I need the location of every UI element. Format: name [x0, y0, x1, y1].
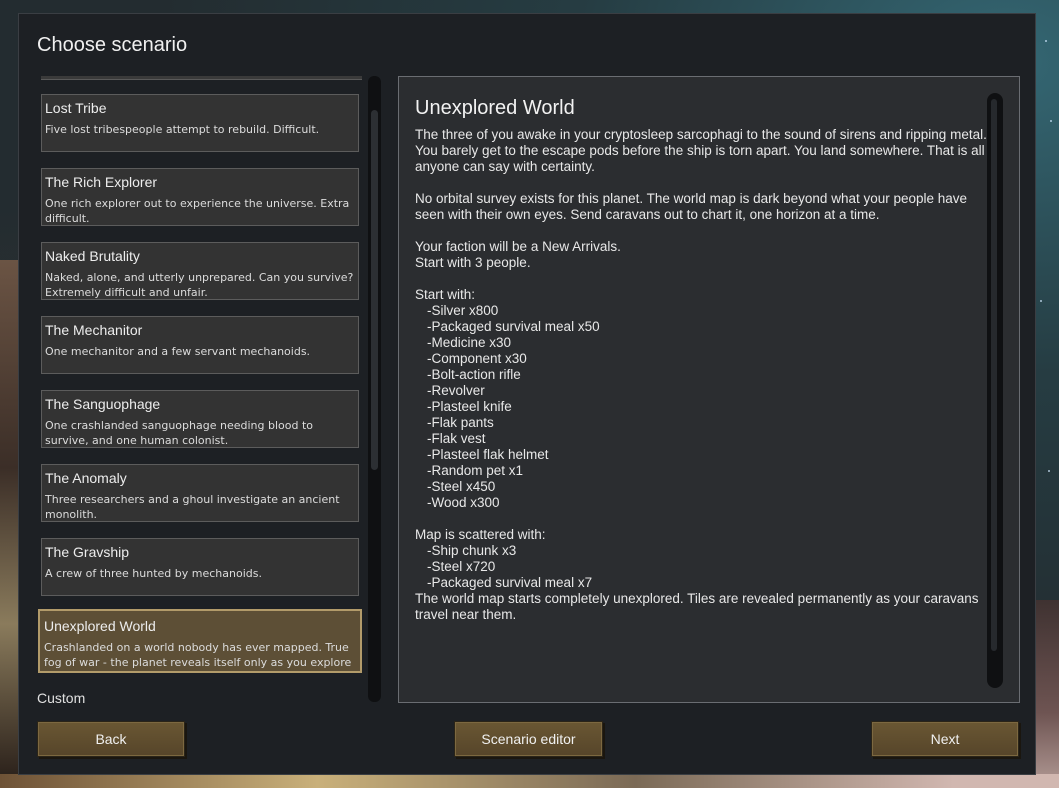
map-item: -Steel x720: [427, 559, 496, 574]
start-item: -Flak pants: [427, 415, 494, 430]
scenario-description: One mechanitor and a few servant mechano…: [45, 345, 311, 358]
scenario-item-anomaly[interactable]: The Anomaly Three researchers and a ghou…: [41, 464, 359, 522]
scenario-detail-panel: Unexplored World The three of you awake …: [398, 76, 1020, 703]
detail-map-header: Map is scattered with:: [415, 527, 546, 542]
scenario-description: Five lost tribespeople attempt to rebuil…: [45, 123, 320, 136]
start-item: -Packaged survival meal x50: [427, 319, 600, 334]
next-button[interactable]: Next: [871, 721, 1019, 757]
scenario-editor-button[interactable]: Scenario editor: [454, 721, 603, 757]
start-item: -Medicine x30: [427, 335, 512, 350]
start-item: -Revolver: [427, 383, 485, 398]
scenario-description: Three researchers and a ghoul investigat…: [45, 493, 340, 521]
start-item: -Steel x450: [427, 479, 496, 494]
detail-intro: The three of you awake in your cryptosle…: [415, 127, 987, 174]
scenario-description: One crashlanded sanguophage needing bloo…: [45, 419, 313, 447]
detail-body: The three of you awake in your cryptosle…: [415, 127, 987, 623]
scenario-name: Lost Tribe: [45, 100, 107, 116]
map-item: -Packaged survival meal x7: [427, 575, 593, 590]
scenario-item-naked-brutality[interactable]: Naked Brutality Naked, alone, and utterl…: [41, 242, 359, 300]
scenario-item-rich-explorer[interactable]: The Rich Explorer One rich explorer out …: [41, 168, 359, 226]
detail-start-with-header: Start with:: [415, 287, 476, 302]
choose-scenario-dialog: Choose scenario Lost Tribe Five lost tri…: [18, 13, 1036, 775]
background-star: [1048, 470, 1050, 472]
start-item: -Random pet x1: [427, 463, 524, 478]
background-star: [1040, 300, 1042, 302]
scenario-description: Crashlanded on a world nobody has ever m…: [44, 641, 352, 668]
detail-faction: Your faction will be a New Arrivals.: [415, 239, 621, 254]
back-button[interactable]: Back: [37, 721, 185, 757]
detail-scrollbar-thumb[interactable]: [991, 99, 997, 651]
scenario-item-lost-tribe[interactable]: Lost Tribe Five lost tribespeople attemp…: [41, 94, 359, 152]
start-item: -Plasteel flak helmet: [427, 447, 549, 462]
start-item: -Bolt-action rifle: [427, 367, 521, 382]
scenario-name: Naked Brutality: [45, 248, 140, 264]
start-item: -Flak vest: [427, 431, 486, 446]
scenario-item-gravship[interactable]: The Gravship A crew of three hunted by m…: [41, 538, 359, 596]
scenario-name: Unexplored World: [44, 618, 156, 634]
scenario-description: Naked, alone, and utterly unprepared. Ca…: [45, 271, 354, 299]
detail-closing: The world map starts completely unexplor…: [415, 591, 979, 622]
detail-survey: No orbital survey exists for this planet…: [415, 191, 968, 222]
background-star: [1050, 120, 1052, 122]
scenario-name: The Anomaly: [45, 470, 127, 486]
scenario-list-scrollbar-thumb[interactable]: [371, 110, 378, 470]
start-item: -Component x30: [427, 351, 527, 366]
detail-title: Unexplored World: [415, 97, 575, 119]
scenario-name: The Sanguophage: [45, 396, 161, 412]
detail-people: Start with 3 people.: [415, 255, 531, 270]
scenario-item-sanguophage[interactable]: The Sanguophage One crashlanded sanguoph…: [41, 390, 359, 448]
custom-section-label: Custom: [37, 690, 86, 706]
scenario-list: Lost Tribe Five lost tribespeople attemp…: [37, 76, 362, 674]
scenario-description: A crew of three hunted by mechanoids.: [45, 567, 262, 580]
scenario-name: The Gravship: [45, 544, 130, 560]
background-bottom-strip: [0, 774, 1059, 788]
background-star: [1045, 40, 1047, 42]
map-item: -Ship chunk x3: [427, 543, 517, 558]
scenario-name: The Rich Explorer: [45, 174, 158, 190]
scenario-list-partial-item: [41, 76, 362, 80]
dialog-title: Choose scenario: [37, 34, 188, 56]
scenario-item-unexplored-world[interactable]: Unexplored World Crashlanded on a world …: [38, 609, 362, 673]
scenario-name: The Mechanitor: [45, 322, 143, 338]
start-item: -Plasteel knife: [427, 399, 512, 414]
start-item: -Silver x800: [427, 303, 499, 318]
scenario-description: One rich explorer out to experience the …: [45, 197, 350, 225]
start-item: -Wood x300: [427, 495, 500, 510]
scenario-item-mechanitor[interactable]: The Mechanitor One mechanitor and a few …: [41, 316, 359, 374]
